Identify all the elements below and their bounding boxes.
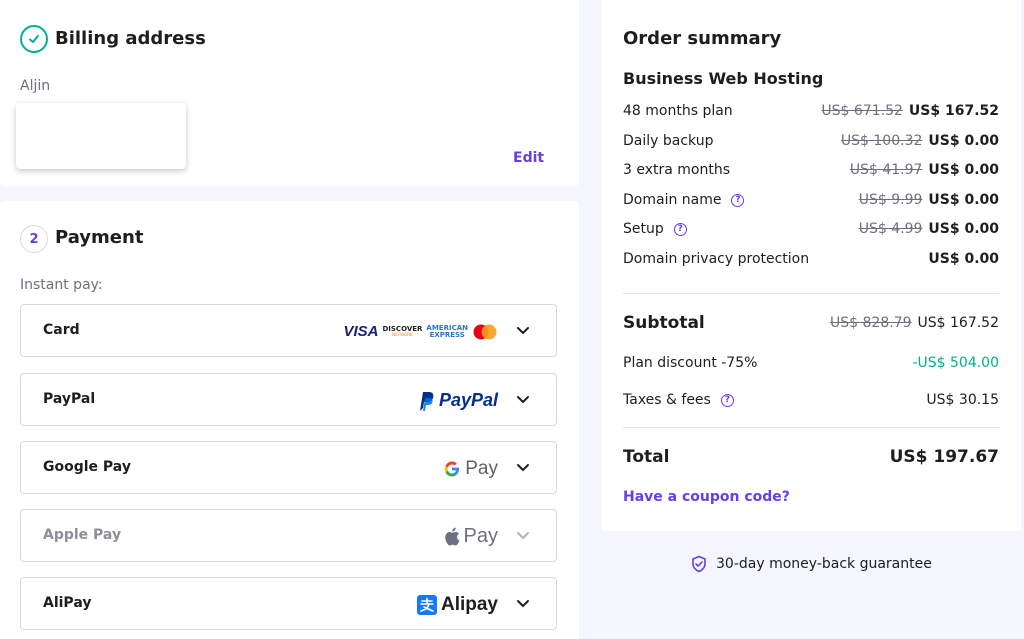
total-value: US$ 197.67 <box>889 447 999 467</box>
order-summary-title: Order summary <box>623 28 782 49</box>
apple-icon <box>444 527 459 546</box>
item-old-price: US$ 9.99 <box>858 192 923 208</box>
edit-billing-button[interactable]: Edit <box>513 150 544 166</box>
amex-logo-icon: AMERICAN EXPRESS <box>426 323 468 339</box>
payment-method-paypal[interactable]: PayPal PayPal <box>20 373 557 426</box>
subtotal-label: Subtotal <box>623 313 705 333</box>
subtotal-old-price: US$ 828.79 <box>830 315 912 331</box>
google-pay-logo: Pay <box>443 442 498 495</box>
summary-item-row: Domain privacy protection US$ 0.00 <box>623 251 999 267</box>
item-price: US$ 0.00 <box>928 162 999 178</box>
summary-item-row: 3 extra months US$ 41.97 US$ 0.00 <box>623 162 999 178</box>
chevron-down-icon <box>517 464 529 472</box>
item-label: 48 months plan <box>623 103 733 119</box>
money-back-guarantee: 30-day money-back guarantee <box>690 555 932 573</box>
chevron-down-icon <box>517 600 529 608</box>
payment-method-google-pay[interactable]: Google Pay Pay <box>20 441 557 494</box>
item-label: 3 extra months <box>623 162 731 178</box>
payment-method-label: Google Pay <box>43 459 131 475</box>
discover-logo-icon: DISCOVER NETWORK <box>382 325 423 337</box>
google-g-icon <box>444 461 460 476</box>
card-logos: VISA DISCOVER NETWORK AMERICAN EXPRESS <box>343 305 498 358</box>
paypal-p-icon <box>419 391 434 411</box>
coupon-code-link[interactable]: Have a coupon code? <box>623 489 790 505</box>
help-question-icon[interactable]: ? <box>720 393 734 407</box>
paypal-logo: PayPal <box>417 374 498 427</box>
summary-item-row: Domain name? US$ 9.99 US$ 0.00 <box>623 192 999 208</box>
total-row: Total US$ 197.67 <box>623 447 999 467</box>
payment-method-label: Apple Pay <box>43 527 122 543</box>
item-price: US$ 0.00 <box>928 251 999 267</box>
paypal-wordmark: PayPal <box>438 390 498 410</box>
help-question-icon[interactable]: ? <box>731 193 745 207</box>
step-number-badge: 2 <box>20 225 48 253</box>
billing-address-details <box>16 103 186 169</box>
discount-label: Plan discount -75% <box>623 355 758 371</box>
payment-title: Payment <box>55 227 144 248</box>
taxes-value: US$ 30.15 <box>926 392 999 408</box>
subtotal-row: Subtotal US$ 828.79 US$ 167.52 <box>623 313 999 333</box>
subtotal-price: US$ 167.52 <box>917 315 999 331</box>
payment-method-apple-pay[interactable]: Apple Pay Pay <box>20 509 557 562</box>
payment-method-label: Card <box>43 322 80 338</box>
item-label: Domain name <box>623 192 722 208</box>
total-label: Total <box>623 447 670 467</box>
visa-logo-icon: VISA <box>343 323 379 340</box>
step-complete-check-icon <box>20 25 48 53</box>
item-old-price: US$ 4.99 <box>858 221 923 237</box>
billing-address-title: Billing address <box>55 28 206 49</box>
item-price: US$ 0.00 <box>928 221 999 237</box>
alipay-icon <box>416 594 437 615</box>
payment-method-alipay[interactable]: AliPay Alipay <box>20 577 557 630</box>
chevron-down-icon <box>517 396 529 404</box>
guarantee-text: 30-day money-back guarantee <box>716 556 932 572</box>
chevron-down-icon <box>517 532 529 540</box>
item-old-price: US$ 41.97 <box>849 162 923 178</box>
item-price: US$ 167.52 <box>908 103 999 119</box>
item-price: US$ 0.00 <box>928 133 999 149</box>
apple-pay-wordmark: Pay <box>463 525 498 547</box>
summary-item-row: Daily backup US$ 100.32 US$ 0.00 <box>623 133 999 149</box>
discount-value: -US$ 504.00 <box>912 355 999 371</box>
discount-row: Plan discount -75% -US$ 504.00 <box>623 355 999 371</box>
payment-method-label: PayPal <box>43 391 96 407</box>
google-pay-wordmark: Pay <box>465 457 498 479</box>
item-label: Daily backup <box>623 133 714 149</box>
taxes-row: Taxes & fees? US$ 30.15 <box>623 392 999 408</box>
help-question-icon[interactable]: ? <box>673 222 687 236</box>
shield-check-icon <box>692 555 706 573</box>
chevron-down-icon <box>517 327 529 335</box>
instant-pay-label: Instant pay: <box>20 277 103 293</box>
apple-pay-logo: Pay <box>444 510 498 563</box>
mastercard-logo-icon <box>473 324 497 339</box>
alipay-wordmark: Alipay <box>440 593 498 615</box>
summary-item-row: Setup? US$ 4.99 US$ 0.00 <box>623 221 999 237</box>
taxes-label: Taxes & fees <box>623 392 711 408</box>
payment-method-card[interactable]: Card VISA DISCOVER NETWORK AMERICAN EXPR… <box>20 304 557 357</box>
item-label: Domain privacy protection <box>623 251 810 267</box>
item-label: Setup <box>623 221 664 237</box>
item-old-price: US$ 671.52 <box>821 103 903 119</box>
item-old-price: US$ 100.32 <box>840 133 923 149</box>
billing-name: Aljin <box>20 78 51 94</box>
product-name: Business Web Hosting <box>623 69 824 88</box>
summary-divider <box>623 427 999 428</box>
item-price: US$ 0.00 <box>928 192 999 208</box>
payment-method-label: AliPay <box>43 595 92 611</box>
summary-divider <box>623 293 999 294</box>
alipay-logo: Alipay <box>416 578 498 631</box>
summary-item-row: 48 months plan US$ 671.52 US$ 167.52 <box>623 103 999 119</box>
